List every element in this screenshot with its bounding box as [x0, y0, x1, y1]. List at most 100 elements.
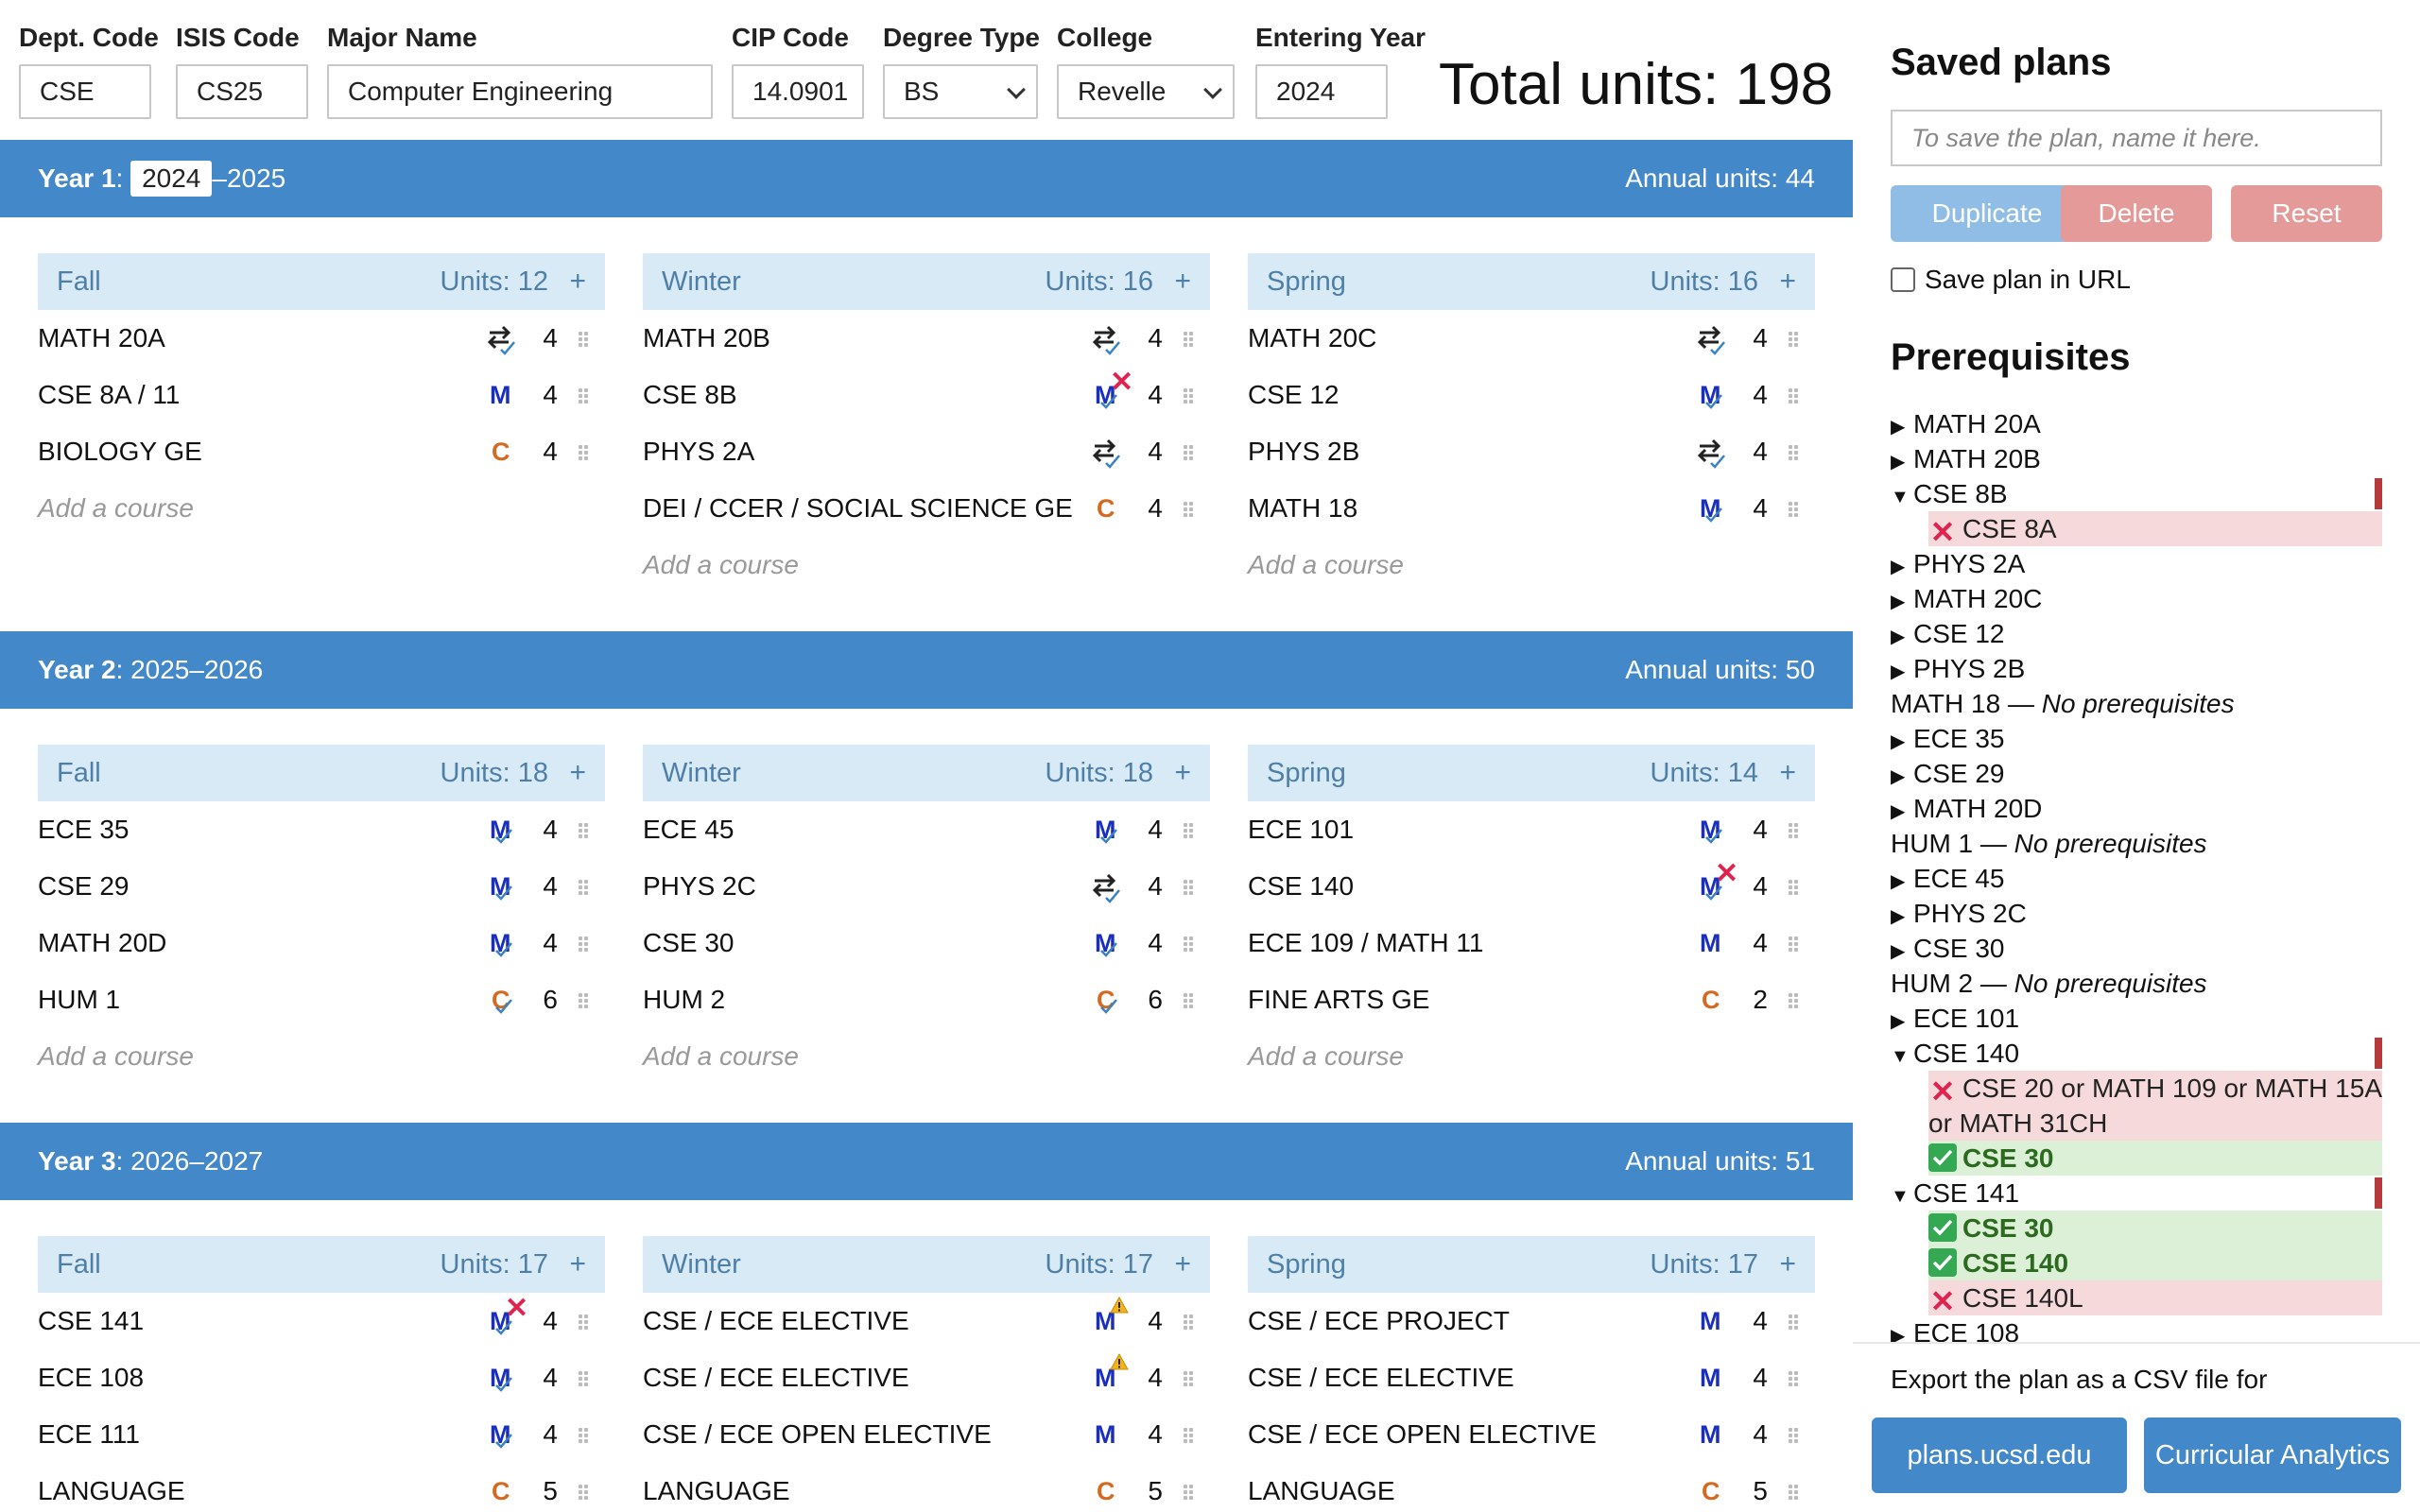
prereq-course[interactable]: ▶ PHYS 2A — [1891, 546, 2382, 581]
course-units[interactable]: 4 — [529, 915, 558, 971]
course-row[interactable]: BIOLOGY GE C 4 — [38, 423, 605, 480]
requirement-badge[interactable]: M — [482, 924, 520, 962]
course-name[interactable]: MATH 20A — [38, 310, 165, 367]
course-units[interactable]: 5 — [529, 1463, 558, 1512]
course-name[interactable]: CSE 29 — [38, 858, 130, 915]
drag-handle-icon[interactable] — [579, 445, 590, 460]
course-row[interactable]: HUM 1 C6 — [38, 971, 605, 1028]
course-units[interactable]: 4 — [1739, 1293, 1768, 1349]
course-units[interactable]: 5 — [1739, 1463, 1768, 1512]
drag-handle-icon[interactable] — [1789, 993, 1800, 1008]
drag-handle-icon[interactable] — [1789, 388, 1800, 404]
prereq-course[interactable]: ▶ PHYS 2B — [1891, 651, 2382, 686]
drag-handle-icon[interactable] — [1184, 993, 1195, 1008]
add-course-row[interactable]: Add a course — [643, 537, 1210, 593]
course-name[interactable]: CSE 141 — [38, 1293, 144, 1349]
drag-handle-icon[interactable] — [1789, 332, 1800, 347]
drag-handle-icon[interactable] — [1789, 823, 1800, 838]
requirement-badge[interactable] — [1087, 319, 1125, 357]
drag-handle-icon[interactable] — [1184, 936, 1195, 952]
prereq-course[interactable]: ▶ CSE 29 — [1891, 756, 2382, 791]
course-row[interactable]: MATH 20A 4 — [38, 310, 605, 367]
requirement-badge[interactable] — [482, 319, 520, 357]
drag-handle-icon[interactable] — [1184, 1371, 1195, 1386]
course-row[interactable]: CSE 8A / 11 M 4 — [38, 367, 605, 423]
course-units[interactable]: 4 — [529, 367, 558, 423]
add-course-input[interactable]: Add a course — [38, 1028, 194, 1085]
course-row[interactable]: CSE / ECE PROJECT M 4 — [1248, 1293, 1815, 1349]
add-course-button[interactable]: + — [569, 253, 586, 310]
drag-handle-icon[interactable] — [579, 1371, 590, 1386]
drag-handle-icon[interactable] — [579, 332, 590, 347]
add-course-row[interactable]: Add a course — [38, 1028, 605, 1085]
requirement-badge[interactable]: C — [482, 433, 520, 471]
course-name[interactable]: CSE / ECE PROJECT — [1248, 1293, 1510, 1349]
requirement-badge[interactable]: M — [1692, 1302, 1730, 1340]
course-units[interactable]: 4 — [1739, 858, 1768, 915]
course-row[interactable]: CSE / ECE ELECTIVE M 4 — [643, 1293, 1210, 1349]
drag-handle-icon[interactable] — [579, 1428, 590, 1443]
dept-code-input[interactable]: CSE — [19, 64, 151, 119]
requirement-badge[interactable]: M — [482, 811, 520, 849]
course-units[interactable]: 4 — [1739, 915, 1768, 971]
course-row[interactable]: ECE 101 M 4 — [1248, 801, 1815, 858]
course-units[interactable]: 4 — [1739, 1406, 1768, 1463]
prereq-course[interactable]: ▶ ECE 101 — [1891, 1001, 2382, 1036]
course-name[interactable]: CSE 8A / 11 — [38, 367, 180, 423]
requirement-badge[interactable]: M — [482, 1416, 520, 1453]
course-name[interactable]: CSE / ECE ELECTIVE — [1248, 1349, 1514, 1406]
course-units[interactable]: 4 — [1134, 915, 1163, 971]
drag-handle-icon[interactable] — [1789, 1314, 1800, 1330]
plan-name-input[interactable]: To save the plan, name it here. — [1891, 110, 2382, 166]
requirement-badge[interactable]: M — [1692, 376, 1730, 414]
drag-handle-icon[interactable] — [1789, 880, 1800, 895]
course-row[interactable]: LANGUAGE C 5 — [38, 1463, 605, 1512]
requirement-badge[interactable]: M — [482, 376, 520, 414]
add-course-button[interactable]: + — [1779, 253, 1796, 310]
add-course-input[interactable]: Add a course — [38, 480, 194, 537]
requirement-badge[interactable]: M — [1692, 1416, 1730, 1453]
course-name[interactable]: ECE 45 — [643, 801, 735, 858]
drag-handle-icon[interactable] — [1184, 823, 1195, 838]
course-row[interactable]: MATH 18 M 4 — [1248, 480, 1815, 537]
course-units[interactable]: 4 — [529, 1293, 558, 1349]
course-name[interactable]: LANGUAGE — [1248, 1463, 1395, 1512]
course-name[interactable]: CSE / ECE ELECTIVE — [643, 1349, 909, 1406]
prereq-course[interactable]: ▼ CSE 141 — [1891, 1176, 2382, 1211]
course-units[interactable]: 4 — [529, 858, 558, 915]
college-select[interactable]: Revelle — [1057, 64, 1235, 119]
start-year-input[interactable]: 2024 — [130, 160, 213, 197]
add-course-button[interactable]: + — [1779, 1236, 1796, 1293]
add-course-input[interactable]: Add a course — [643, 1028, 799, 1085]
course-name[interactable]: CSE 140 — [1248, 858, 1354, 915]
prereq-course[interactable]: ▼ CSE 140 — [1891, 1036, 2382, 1071]
requirement-badge[interactable]: C — [1087, 1472, 1125, 1510]
isis-code-input[interactable]: CS25 — [176, 64, 308, 119]
course-units[interactable]: 4 — [529, 423, 558, 480]
course-units[interactable]: 4 — [1134, 1349, 1163, 1406]
course-units[interactable]: 4 — [529, 1349, 558, 1406]
course-name[interactable]: PHYS 2C — [643, 858, 756, 915]
prereq-course[interactable]: ▶ MATH 20C — [1891, 581, 2382, 616]
requirement-badge[interactable]: C — [1692, 1472, 1730, 1510]
course-row[interactable]: ECE 35 M 4 — [38, 801, 605, 858]
requirement-badge[interactable]: C — [1692, 981, 1730, 1019]
course-row[interactable]: ECE 109 / MATH 11 M 4 — [1248, 915, 1815, 971]
drag-handle-icon[interactable] — [579, 388, 590, 404]
course-units[interactable]: 6 — [1134, 971, 1163, 1028]
course-units[interactable]: 4 — [1134, 801, 1163, 858]
drag-handle-icon[interactable] — [1184, 502, 1195, 517]
course-name[interactable]: MATH 20D — [38, 915, 166, 971]
course-name[interactable]: CSE 8B — [643, 367, 737, 423]
add-course-row[interactable]: Add a course — [38, 480, 605, 537]
course-row[interactable]: ECE 108 M 4 — [38, 1349, 605, 1406]
course-row[interactable]: ECE 111 M 4 — [38, 1406, 605, 1463]
course-name[interactable]: CSE / ECE OPEN ELECTIVE — [1248, 1406, 1597, 1463]
course-row[interactable]: CSE / ECE OPEN ELECTIVE M 4 — [1248, 1406, 1815, 1463]
add-course-row[interactable]: Add a course — [643, 1028, 1210, 1085]
course-units[interactable]: 4 — [1739, 367, 1768, 423]
drag-handle-icon[interactable] — [1789, 1371, 1800, 1386]
prereq-course[interactable]: ▶ PHYS 2C — [1891, 896, 2382, 931]
course-units[interactable]: 4 — [1134, 858, 1163, 915]
add-course-button[interactable]: + — [1174, 1236, 1191, 1293]
